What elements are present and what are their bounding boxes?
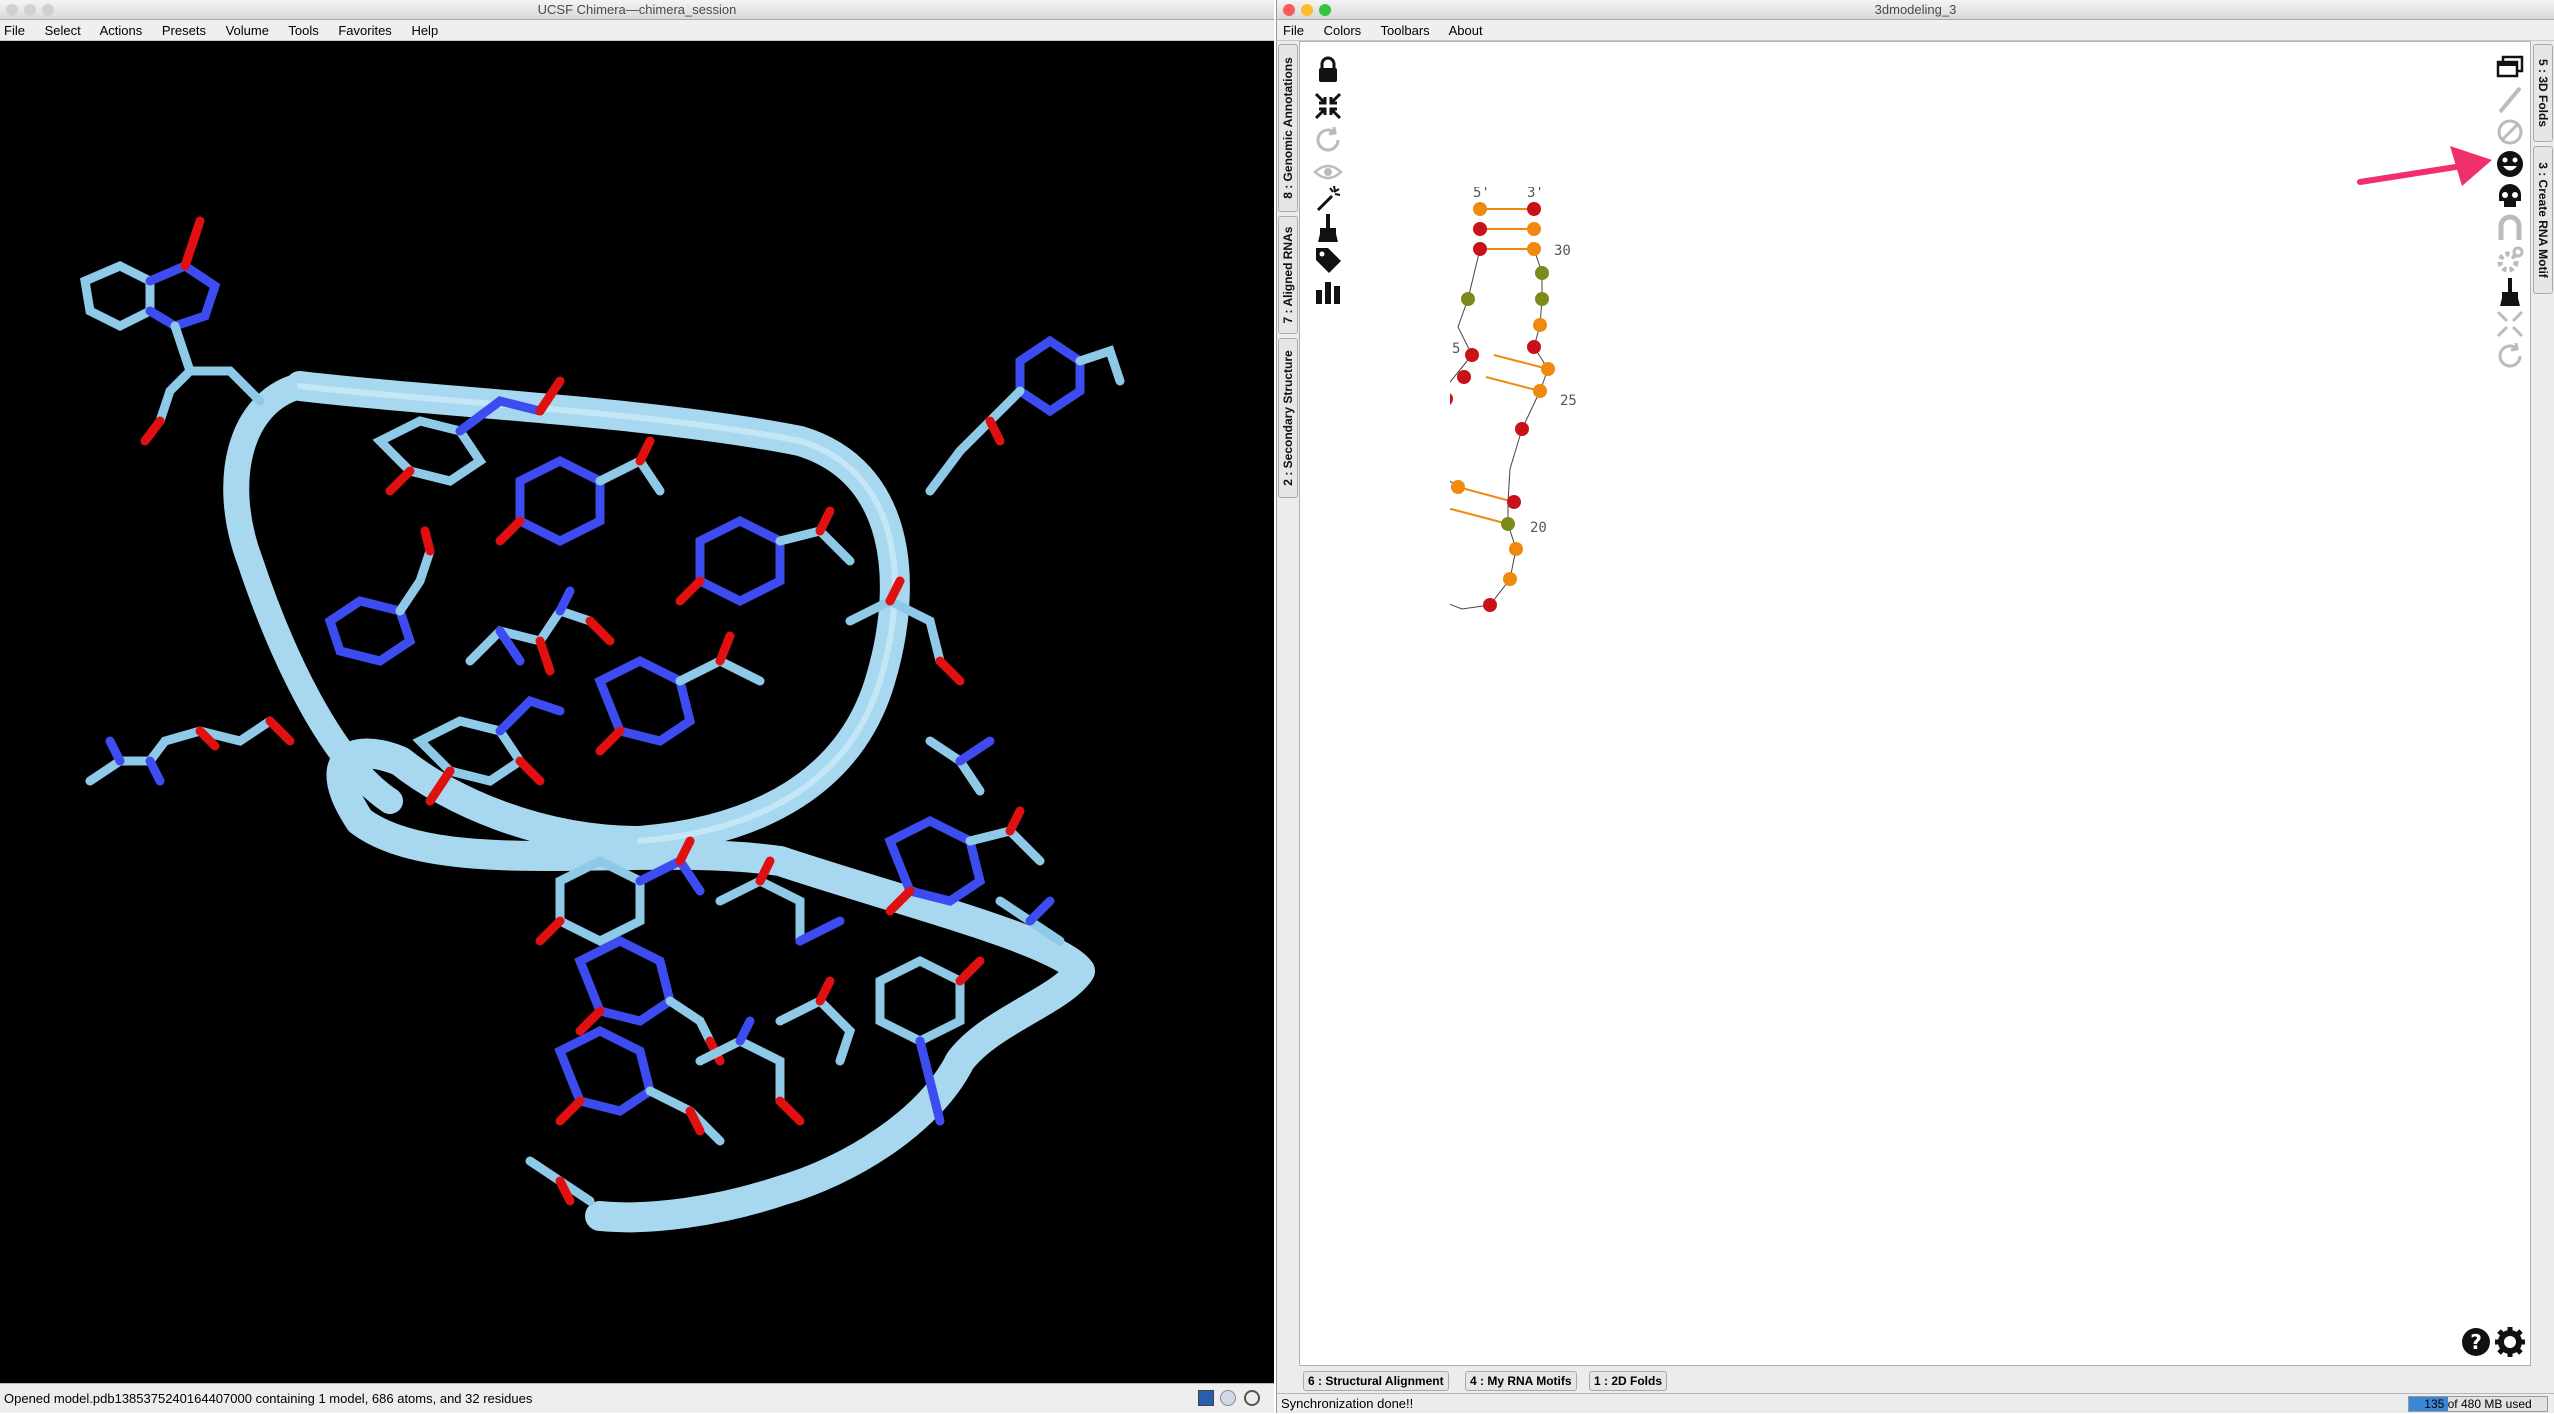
secondary-structure-canvas[interactable]: 5' 3' 30 5 25 10 20 ? [1299,41,2531,1366]
tab-label: 7 : Aligned RNAs [1281,226,1295,324]
menu-file[interactable]: File [1283,23,1304,38]
rna-3d-molecule[interactable] [0,41,1274,1383]
command-line-icon[interactable] [1198,1390,1214,1406]
magic-wand-icon[interactable] [1312,182,1344,214]
chimera-window: UCSF Chimera—chimera_session File Select… [0,0,1274,1413]
label-20: 20 [1530,520,1547,536]
sync-status-text: Synchronization done!! [1281,1396,1414,1411]
paint-brush-icon[interactable] [2494,276,2526,308]
paint-brush-icon[interactable] [1312,212,1344,244]
chimera-window-title: UCSF Chimera—chimera_session [537,2,737,17]
label-30: 30 [1554,243,1571,259]
menu-help[interactable]: Help [411,23,438,38]
menu-toolbars[interactable]: Toolbars [1381,23,1430,38]
tab-secondary-structure[interactable]: 2 : Secondary Structure [1278,338,1298,498]
pencil-icon[interactable] [2494,84,2526,116]
bar-chart-icon[interactable] [1312,276,1344,308]
menu-actions[interactable]: Actions [100,23,143,38]
menu-select[interactable]: Select [45,23,81,38]
tab-label: 8 : Genomic Annotations [1281,57,1295,199]
zoom-dot-icon[interactable] [42,4,54,16]
chimera-status-text: Opened model.pdb1385375240164407000 cont… [4,1391,533,1406]
menu-file[interactable]: File [4,23,25,38]
close-dot-icon[interactable] [1283,4,1295,16]
label-3-prime: 3' [1527,187,1544,201]
tab-create-rna-motif[interactable]: 3 : Create RNA Motif [2533,146,2553,294]
menu-volume[interactable]: Volume [226,23,269,38]
chimera-titlebar: UCSF Chimera—chimera_session [0,0,1274,20]
svg-text:?: ? [2470,1330,2482,1354]
modeling-window-title: 3dmodeling_3 [1874,2,1957,17]
shrink-arrows-icon[interactable] [1312,90,1344,122]
label-5: 5 [1452,341,1460,357]
minimize-dot-icon[interactable] [24,4,36,16]
zoom-dot-icon[interactable] [1319,4,1331,16]
tab-label: 3 : Create RNA Motif [2536,162,2550,278]
magnifier-icon[interactable] [1244,1390,1260,1406]
modeling-titlebar: 3dmodeling_3 [1277,0,2554,20]
tab-genomic-annotations[interactable]: 8 : Genomic Annotations [1278,44,1298,212]
help-icon[interactable]: ? [2460,1326,2492,1358]
menu-favorites[interactable]: Favorites [338,23,391,38]
tab-aligned-rnas[interactable]: 7 : Aligned RNAs [1278,216,1298,334]
chimera-menubar: File Select Actions Presets Volume Tools… [0,20,1274,41]
modeling-window: 3dmodeling_3 File Colors Toolbars About … [1276,0,2554,1413]
minimize-dot-icon[interactable] [1301,4,1313,16]
tab-label: 5 : 3D Folds [2536,58,2550,128]
annotation-arrow [2357,146,2492,186]
chimera-statusbar: Opened model.pdb1385375240164407000 cont… [0,1383,1274,1413]
tab-2d-folds[interactable]: 1 : 2D Folds [1589,1371,1668,1391]
menu-tools[interactable]: Tools [288,23,318,38]
tab-structural-alignment[interactable]: 6 : Structural Alignment [1303,1371,1449,1391]
menu-presets[interactable]: Presets [162,23,206,38]
lock-icon[interactable] [1312,54,1344,86]
label-5-prime: 5' [1473,187,1490,201]
rna-secondary-structure[interactable]: 5' 3' 30 5 25 10 20 [1450,187,1690,657]
close-dot-icon[interactable] [6,4,18,16]
windows-icon[interactable] [2494,52,2526,84]
ribbon-backbone [285,371,1095,1233]
tab-my-rna-motifs[interactable]: 4 : My RNA Motifs [1465,1371,1577,1391]
gear-icon[interactable] [2494,244,2526,276]
refresh-icon[interactable] [1312,124,1344,156]
modeling-menubar: File Colors Toolbars About [1277,20,2554,41]
label-25: 25 [1560,393,1577,409]
tab-label: 2 : Secondary Structure [1281,350,1295,486]
memory-meter: 135 of 480 MB used [2408,1396,2548,1412]
settings-gear-icon[interactable] [2494,1326,2526,1358]
menu-about[interactable]: About [1449,23,1483,38]
refresh-icon[interactable] [2494,340,2526,372]
molecule-viewer[interactable] [0,41,1274,1383]
memory-text: 135 of 480 MB used [2424,1397,2532,1411]
rna-labels: 5' 3' 30 5 25 10 20 [1452,187,1577,536]
tab-3d-folds[interactable]: 5 : 3D Folds [2533,44,2553,142]
menu-colors[interactable]: Colors [1324,23,1362,38]
modeling-statusbar: Synchronization done!! 135 of 480 MB use… [1277,1393,2554,1413]
tag-icon[interactable] [1312,244,1344,276]
info-icon[interactable] [1220,1390,1236,1406]
shrink-arrows-icon[interactable] [2494,308,2526,340]
